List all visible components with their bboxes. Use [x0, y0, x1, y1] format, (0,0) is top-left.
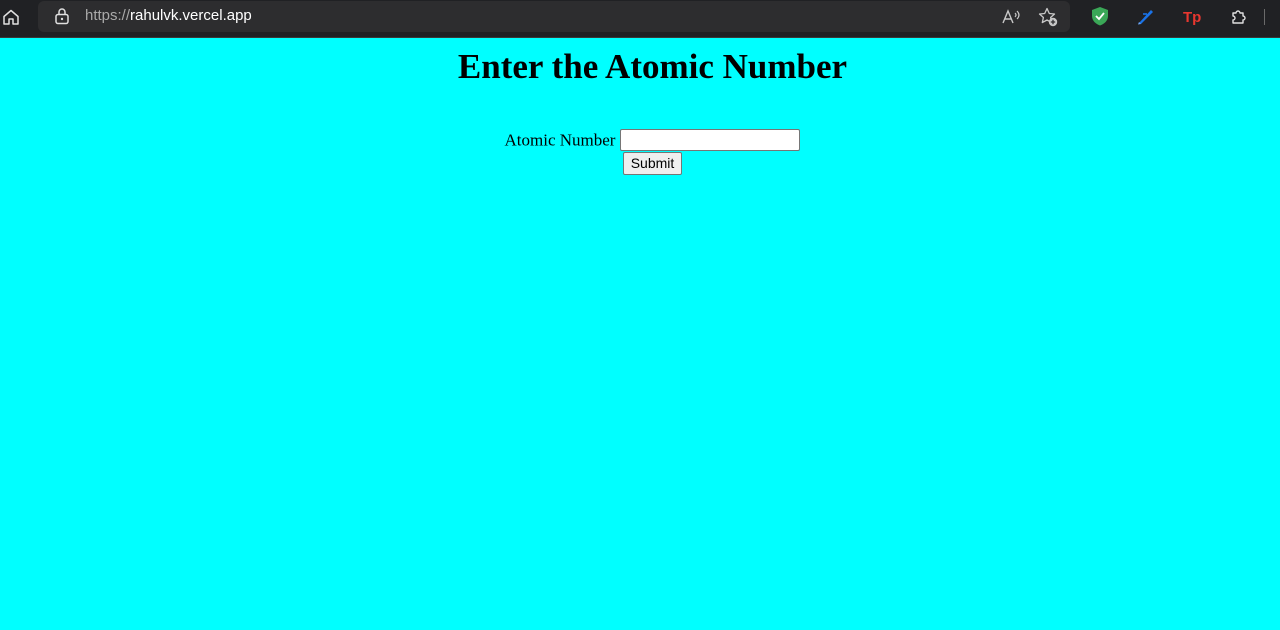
pen-extension-icon[interactable]: [1135, 5, 1157, 27]
extensions-puzzle-icon[interactable]: [1228, 5, 1250, 27]
tp-extension-icon[interactable]: Tp: [1181, 5, 1203, 27]
tp-extension-label: Tp: [1183, 9, 1201, 26]
form-row: Atomic Number: [0, 128, 1280, 152]
url-text[interactable]: https://rahulvk.vercel.app: [85, 7, 252, 24]
home-icon[interactable]: [0, 6, 22, 28]
url-host: rahulvk.vercel.app: [130, 7, 252, 24]
atomic-number-form: Atomic Number Submit: [0, 128, 1280, 175]
address-bar[interactable]: https://rahulvk.vercel.app: [38, 1, 1070, 32]
lock-icon[interactable]: [53, 7, 71, 25]
atomic-number-input[interactable]: [620, 129, 801, 152]
browser-toolbar: https://rahulvk.vercel.app Tp: [0, 0, 1280, 38]
submit-button[interactable]: Submit: [622, 152, 683, 175]
page-content: Enter the Atomic Number Atomic Number Su…: [0, 38, 1280, 630]
page-title: Enter the Atomic Number: [457, 47, 848, 86]
shield-extension-icon[interactable]: [1089, 5, 1111, 27]
atomic-number-label: Atomic Number: [504, 130, 616, 150]
url-protocol: https://: [85, 7, 131, 24]
read-aloud-icon[interactable]: [1000, 6, 1022, 28]
toolbar-divider: [1264, 9, 1265, 25]
add-favorite-icon[interactable]: [1037, 6, 1059, 28]
